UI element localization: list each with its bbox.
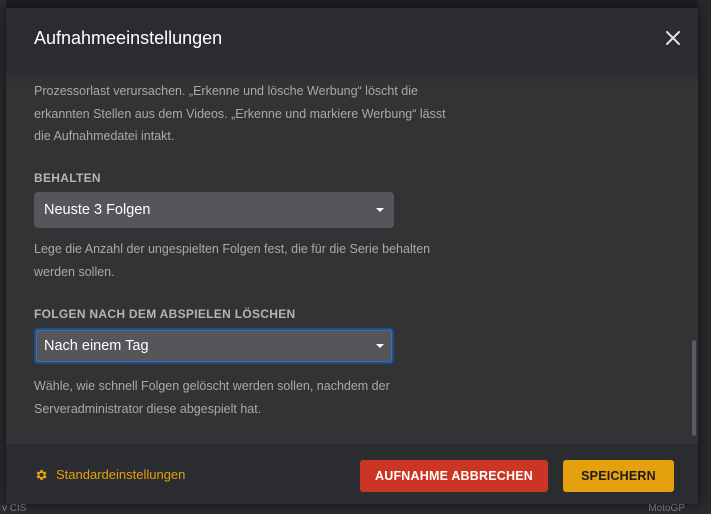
close-button[interactable] [661, 26, 685, 50]
delete-after-label: FOLGEN NACH DEM ABSPIELEN LÖSCHEN [34, 307, 296, 321]
delete-after-select[interactable]: Nach einem Tag [34, 328, 394, 364]
dialog-content: Prozessorlast verursachen. „Erkenne und … [34, 68, 654, 444]
ad-detection-help-line-3: die Aufnahmedatei intakt. [34, 129, 175, 143]
close-icon [666, 31, 680, 45]
keep-select-value: Neuste 3 Folgen [44, 202, 151, 218]
delete-after-help-line-2: Serveradministrator diese abgespielt hat… [34, 401, 262, 416]
defaults-link[interactable]: Standardeinstellungen [34, 467, 185, 482]
dialog-title: Aufnahmeeinstellungen [34, 28, 223, 48]
dialog-footer: Standardeinstellungen AUFNAHME ABBRECHEN… [6, 444, 698, 504]
dialog-header: Aufnahmeeinstellungen [6, 8, 698, 68]
delete-after-select-value: Nach einem Tag [44, 338, 149, 354]
background-strip-right [698, 0, 711, 514]
ad-detection-help-line-1: Prozessorlast verursachen. „Erkenne und … [34, 84, 418, 98]
keep-label: BEHALTEN [34, 171, 101, 185]
gear-icon [36, 469, 47, 480]
background-left-label: v CIS [2, 503, 27, 514]
header-scroll-shadow [6, 68, 698, 82]
keep-help-line-1: Lege die Anzahl der ungespielten Folgen … [34, 242, 431, 256]
chevron-down-icon [376, 208, 384, 212]
content-scrollbar[interactable] [692, 340, 696, 436]
save-button[interactable]: SPEICHERN [563, 460, 674, 492]
delete-after-help-line-1: Wähle, wie schnell Folgen gelöscht werde… [34, 379, 390, 393]
background-right-label: MotoGP [648, 503, 685, 514]
background-bottom-bar: v CIS MotoGP [0, 504, 711, 514]
cancel-recording-button[interactable]: AUFNAHME ABBRECHEN [360, 460, 548, 492]
keep-select[interactable]: Neuste 3 Folgen [34, 192, 394, 228]
chevron-down-icon [376, 344, 384, 348]
ad-detection-help-line-2: erkannten Stellen aus dem Videos. „Erken… [34, 106, 446, 121]
recording-settings-dialog: Aufnahmeeinstellungen Prozessorlast veru… [6, 8, 698, 504]
keep-help-line-2: werden sollen. [34, 264, 115, 279]
defaults-link-label: Standardeinstellungen [56, 467, 186, 482]
